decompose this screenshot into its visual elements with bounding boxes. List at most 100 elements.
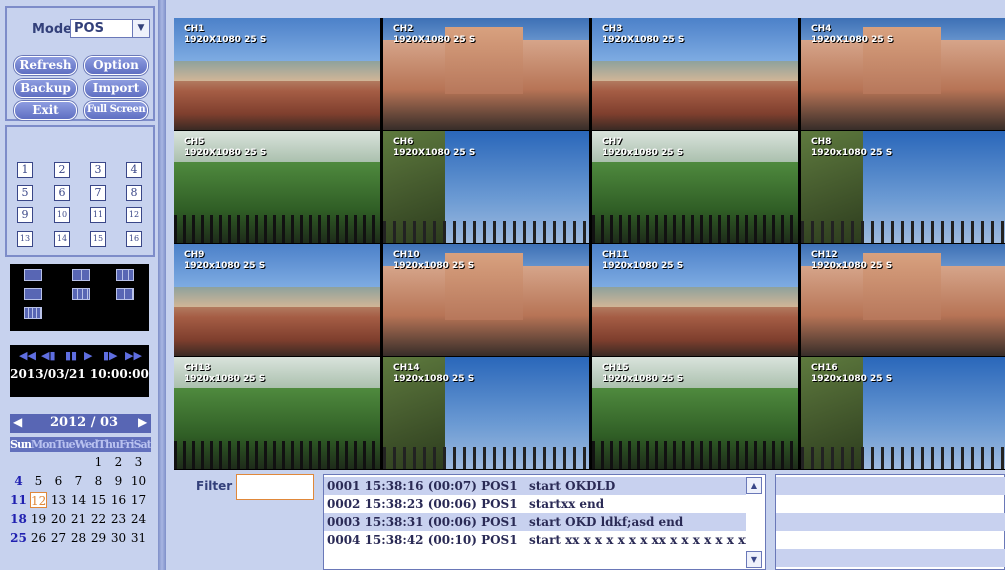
camera-tile-9[interactable]: CH9 1920x1080 25 S [174,244,380,356]
calendar-day[interactable]: 19 [30,511,47,527]
channel-button-5[interactable]: 5 [17,185,33,201]
calendar-day[interactable]: 1 [90,454,107,470]
calendar-day[interactable]: 18 [10,511,27,527]
full-screen-button[interactable]: Full Screen [84,101,148,120]
step-forward-icon[interactable]: ▮▶ [103,349,118,362]
step-back-icon[interactable]: ◀▮ [41,349,56,362]
camera-tile-6[interactable]: CH6 1920X1080 25 S [383,131,589,243]
camera-tile-7[interactable]: CH7 1920x1080 25 S [592,131,798,243]
pause-icon[interactable]: ▮▮ [65,349,77,362]
channel-button-6[interactable]: 6 [54,185,70,201]
calendar-day[interactable]: 9 [110,473,127,489]
channel-button-1[interactable]: 1 [17,162,33,178]
calendar-day[interactable]: 6 [50,473,67,489]
filter-input[interactable] [236,474,314,500]
exit-button[interactable]: Exit [14,101,77,120]
channel-button-13[interactable]: 13 [17,231,33,247]
camera-tile-14[interactable]: CH14 1920x1080 25 S [383,357,589,469]
calendar-day[interactable]: 17 [130,492,147,508]
channel-button-2[interactable]: 2 [54,162,70,178]
channel-button-14[interactable]: 14 [54,231,70,247]
camera-tile-8[interactable]: CH8 1920x1080 25 S [801,131,1005,243]
calendar-day[interactable]: 26 [30,530,47,546]
calendar-day[interactable]: 7 [70,473,87,489]
calendar-day[interactable]: 11 [10,492,27,508]
calendar-day[interactable]: 5 [30,473,47,489]
option-button[interactable]: Option [84,56,148,75]
layout-1plus7-icon[interactable] [72,288,90,300]
weekday-label: Wed [74,438,99,451]
layout-2plus8-icon[interactable] [116,288,134,300]
scroll-down-icon[interactable]: ▼ [746,551,762,568]
calendar-day[interactable]: 3 [130,454,147,470]
calendar-day-selected[interactable]: 12 [30,492,47,508]
calendar-day[interactable]: 28 [70,530,87,546]
calendar-day[interactable]: 13 [50,492,67,508]
layout-3x3-icon[interactable] [116,269,134,281]
camera-tile-10[interactable]: CH10 1920x1080 25 S [383,244,589,356]
calendar-day[interactable]: 2 [110,454,127,470]
camera-tile-2[interactable]: CH2 1920X1080 25 S [383,18,589,130]
layout-1x1-icon[interactable] [24,269,42,281]
calendar-day[interactable]: 16 [110,492,127,508]
video-frame [801,446,1005,469]
channel-button-3[interactable]: 3 [90,162,106,178]
calendar-day[interactable]: 30 [110,530,127,546]
camera-tile-15[interactable]: CH15 1920x1080 25 S [592,357,798,469]
chevron-down-icon[interactable]: ▼ [132,20,149,37]
pos-entry[interactable]: 0003 15:38:31 (00:06) POS1 start OKD ldk… [324,513,746,531]
channel-button-4[interactable]: 4 [126,162,142,178]
camera-tile-3[interactable]: CH3 1920X1080 25 S [592,18,798,130]
calendar-day[interactable]: 25 [10,530,27,546]
video-frame [174,286,380,307]
camera-tile-1[interactable]: CH1 1920X1080 25 S [174,18,380,130]
calendar-weekdays: SunMonTueWedThuFriSat [10,437,151,452]
calendar-day[interactable]: 4 [10,473,27,489]
calendar-day[interactable]: 31 [130,530,147,546]
channel-button-11[interactable]: 11 [90,207,106,223]
mode-select[interactable]: POS ▼ [70,19,150,38]
camera-tile-11[interactable]: CH11 1920x1080 25 S [592,244,798,356]
play-icon[interactable]: ▶ [84,349,92,362]
scroll-up-icon[interactable]: ▲ [746,477,762,494]
channel-button-9[interactable]: 9 [17,207,33,223]
calendar-day[interactable]: 24 [130,511,147,527]
camera-tile-5[interactable]: CH5 1920X1080 25 S [174,131,380,243]
channel-button-7[interactable]: 7 [90,185,106,201]
panel-divider[interactable] [158,0,166,570]
layout-1plus5-icon[interactable] [24,288,42,300]
calendar-day[interactable]: 10 [130,473,147,489]
channel-button-12[interactable]: 12 [126,207,142,223]
pos-entry[interactable]: 0002 15:38:23 (00:06) POS1 startxx end [324,495,746,513]
rewind-fast-icon[interactable]: ◀◀ [19,349,36,362]
camera-tile-4[interactable]: CH4 1920X1080 25 S [801,18,1005,130]
refresh-button[interactable]: Refresh [14,56,77,75]
layout-4x4-icon[interactable] [24,307,42,319]
channel-button-10[interactable]: 10 [54,207,70,223]
calendar-day[interactable]: 29 [90,530,107,546]
camera-tile-12[interactable]: CH12 1920x1080 25 S [801,244,1005,356]
calendar-day[interactable]: 14 [70,492,87,508]
prev-month-icon[interactable]: ◀ [13,415,22,429]
backup-button[interactable]: Backup [14,79,77,98]
channel-button-15[interactable]: 15 [90,231,106,247]
forward-fast-icon[interactable]: ▶▶ [125,349,142,362]
pos-event-list: 0001 15:38:16 (00:07) POS1 start OKDLD 0… [323,474,766,570]
camera-tile-13[interactable]: CH13 1920x1080 25 S [174,357,380,469]
import-button[interactable]: Import [84,79,148,98]
channel-button-8[interactable]: 8 [126,185,142,201]
calendar-day[interactable]: 20 [50,511,67,527]
calendar-day[interactable]: 21 [70,511,87,527]
calendar-day[interactable]: 27 [50,530,67,546]
calendar-day[interactable]: 8 [90,473,107,489]
pos-entry[interactable]: 0001 15:38:16 (00:07) POS1 start OKDLD [324,477,746,495]
layout-2x2-icon[interactable] [72,269,90,281]
calendar-day[interactable]: 15 [90,492,107,508]
pos-entry-info: 0001 15:38:16 (00:07) POS1 [327,479,518,493]
next-month-icon[interactable]: ▶ [138,415,147,429]
channel-button-16[interactable]: 16 [126,231,142,247]
calendar-day[interactable]: 23 [110,511,127,527]
calendar-day[interactable]: 22 [90,511,107,527]
pos-entry[interactable]: 0004 15:38:42 (00:10) POS1 start xx x x … [324,531,746,549]
camera-tile-16[interactable]: CH16 1920x1080 25 S [801,357,1005,469]
